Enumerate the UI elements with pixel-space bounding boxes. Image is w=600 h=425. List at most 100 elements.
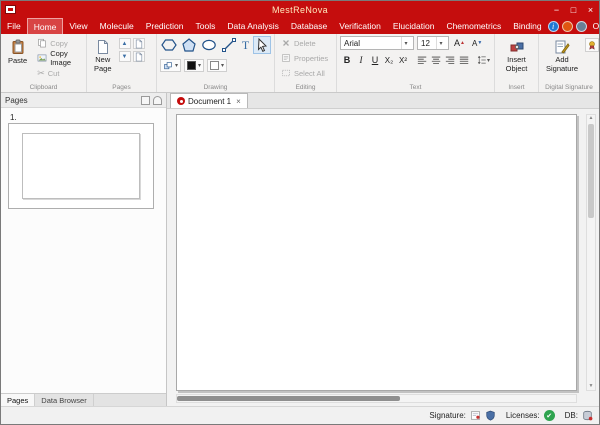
menu-tab-verification[interactable]: Verification (333, 18, 387, 34)
hexagon-tool-button[interactable] (160, 36, 178, 54)
grow-font-button[interactable]: A▲ (452, 36, 467, 50)
horizontal-scroll-thumb[interactable] (177, 396, 400, 401)
vertical-scrollbar[interactable]: ▲ ▼ (586, 114, 596, 391)
ellipse-tool-button[interactable] (200, 36, 218, 54)
copy-image-button[interactable]: Copy Image (34, 51, 83, 65)
properties-icon (281, 53, 291, 63)
chevron-down-icon: ▾ (198, 62, 201, 69)
line-spacing-button[interactable]: ▾ (476, 53, 491, 67)
info-icon[interactable]: i (548, 21, 559, 32)
menu-tab-binding[interactable]: Binding (507, 18, 547, 34)
move-page-up-button[interactable]: ▲ (119, 38, 131, 49)
properties-button[interactable]: Properties (278, 51, 333, 65)
pages-panel: Pages 1. Pages Data Browser (1, 93, 167, 406)
document-canvas[interactable]: ▲ ▼ (167, 109, 599, 406)
cursor-icon (254, 37, 270, 53)
menu-tab-chemometrics[interactable]: Chemometrics (440, 18, 507, 34)
first-page-button[interactable] (133, 38, 145, 49)
align-justify-icon (459, 55, 469, 65)
menu-tab-database[interactable]: Database (285, 18, 333, 34)
add-signature-button[interactable]: Add Signature (542, 36, 582, 82)
font-size-select[interactable]: 12 ▾ (417, 36, 449, 50)
update-icon[interactable] (576, 21, 587, 32)
scroll-up-icon[interactable]: ▲ (589, 115, 594, 122)
horizontal-scrollbar[interactable] (176, 394, 577, 403)
page-thumbnail-preview (22, 133, 140, 199)
verify-signature-button[interactable] (585, 38, 599, 52)
arrange-icon (163, 61, 173, 71)
close-tab-icon[interactable]: × (236, 97, 241, 106)
menu-tab-home[interactable]: Home (27, 18, 64, 34)
menu-tab-prediction[interactable]: Prediction (140, 18, 190, 34)
menu-tab-data-analysis[interactable]: Data Analysis (221, 18, 285, 34)
menu-tab-elucidation[interactable]: Elucidation (387, 18, 441, 34)
ribbon-group-pages: New Page ▲ ▼ Pages (87, 34, 157, 92)
delete-button[interactable]: Delete (278, 36, 333, 50)
maximize-button[interactable]: □ (565, 1, 582, 18)
ribbon-group-digital-signature: Add Signature Digital Signature (539, 34, 599, 92)
shrink-font-button[interactable]: A▼ (470, 36, 484, 50)
licenses-label: Licenses: (506, 411, 540, 420)
panel-tab-pages[interactable]: Pages (1, 394, 35, 406)
last-page-button[interactable] (133, 51, 145, 62)
document-tab[interactable]: Document 1 × (170, 93, 248, 108)
font-family-select[interactable]: Arial ▾ (340, 36, 414, 50)
paste-button[interactable]: Paste (4, 36, 31, 82)
stroke-color-button[interactable]: ▾ (184, 59, 204, 72)
new-page-button[interactable]: New Page (90, 36, 116, 82)
text-tool-button[interactable]: T (240, 36, 251, 54)
select-all-button[interactable]: Select All (278, 66, 333, 80)
options-label: Options (593, 21, 600, 31)
arrange-button[interactable]: ▾ (160, 59, 181, 72)
polygon-tool-button[interactable] (180, 36, 198, 54)
close-button[interactable]: × (582, 1, 599, 18)
signature-shield-icon[interactable] (485, 410, 496, 421)
delete-icon (281, 38, 291, 48)
line-tool-button[interactable] (220, 36, 238, 54)
page-icon (134, 52, 144, 62)
italic-button[interactable]: I (354, 53, 368, 67)
signature-cert-icon[interactable] (470, 410, 481, 421)
bold-button[interactable]: B (340, 53, 354, 67)
selection-tool-button[interactable] (253, 36, 271, 54)
cut-button[interactable]: ✂ Cut (34, 66, 83, 80)
menu-tab-file[interactable]: File (1, 18, 27, 34)
ribbon-group-drawing: T ▾ ▾ ▾ Drawing (157, 34, 275, 92)
copy-button[interactable]: Copy (34, 36, 83, 50)
paste-icon (10, 39, 26, 55)
vertical-scroll-thumb[interactable] (588, 124, 594, 218)
float-panel-icon[interactable] (141, 96, 150, 105)
chevron-down-icon: ▾ (401, 37, 410, 49)
insert-object-button[interactable]: Insert Object (502, 36, 532, 82)
app-window: MestReNova − □ × File Home View Molecule… (0, 0, 600, 425)
badge-icon (587, 40, 597, 50)
text-tool-icon: T (242, 38, 249, 53)
underline-button[interactable]: U (368, 53, 382, 67)
ribbon-group-clipboard: Paste Copy Copy Image ✂ Cut Clipboard (1, 34, 87, 92)
paste-label: Paste (8, 56, 27, 65)
document-page[interactable] (176, 114, 577, 391)
panel-tab-data-browser[interactable]: Data Browser (35, 394, 93, 406)
licenses-ok-icon[interactable]: ✔ (544, 410, 555, 421)
menu-tab-tools[interactable]: Tools (190, 18, 222, 34)
database-icon[interactable] (582, 410, 593, 421)
align-justify-button[interactable] (457, 53, 471, 67)
record-icon[interactable] (562, 21, 573, 32)
align-center-button[interactable] (429, 53, 443, 67)
menu-tab-view[interactable]: View (63, 18, 93, 34)
options-button[interactable]: Options ▾ (590, 21, 600, 31)
pin-panel-icon[interactable] (153, 96, 162, 105)
align-left-button[interactable] (415, 53, 429, 67)
page-thumbnail[interactable] (8, 123, 154, 209)
menu-tab-molecule[interactable]: Molecule (94, 18, 140, 34)
select-all-icon (281, 68, 291, 78)
minimize-button[interactable]: − (548, 1, 565, 18)
align-right-button[interactable] (443, 53, 457, 67)
fill-color-button[interactable]: ▾ (207, 59, 227, 72)
move-page-down-button[interactable]: ▼ (119, 51, 131, 62)
scroll-down-icon[interactable]: ▼ (589, 383, 594, 390)
superscript-button[interactable]: X² (396, 53, 410, 67)
chevron-down-icon: ▾ (436, 37, 445, 49)
page-thumbnail-number: 1. (10, 113, 159, 122)
subscript-button[interactable]: X₂ (382, 53, 396, 67)
